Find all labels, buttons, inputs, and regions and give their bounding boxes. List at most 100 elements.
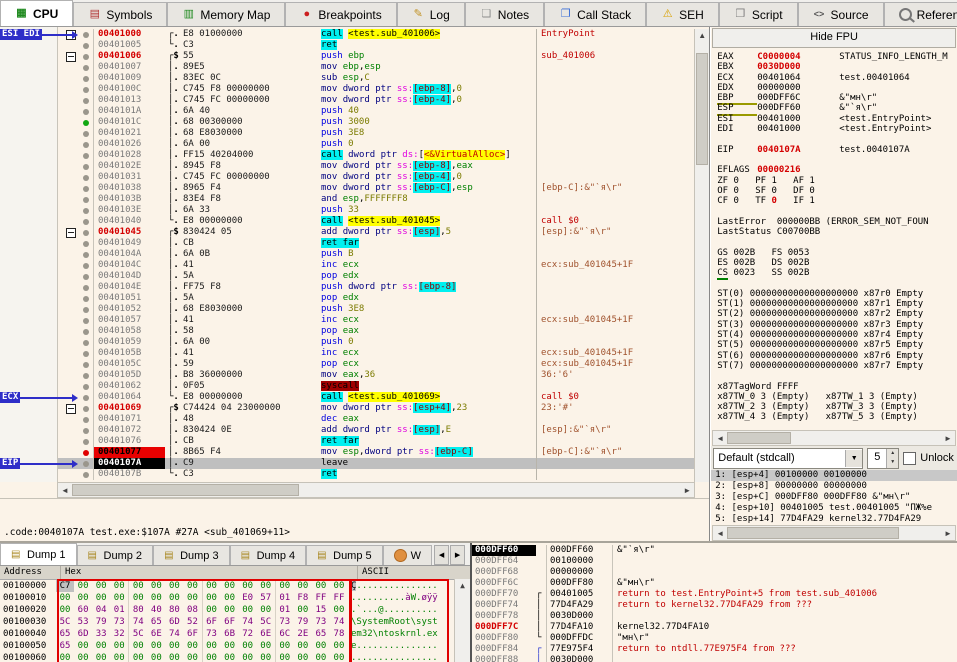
breakpoint-dot-icon[interactable] [83,164,89,170]
breakpoint-dot-icon[interactable] [83,362,89,368]
arguments-hscroll-thumb[interactable] [727,527,899,539]
breakpoint-gutter[interactable] [79,436,93,447]
stack-row[interactable]: 000DFF84┌77E975F4return to ntdll.77E975F… [472,644,957,655]
hex-byte[interactable]: 00 [110,652,128,662]
hex-byte[interactable]: 5C [257,616,275,628]
scroll-left-icon[interactable]: ◄ [713,434,727,443]
fold-cell[interactable] [57,227,79,238]
breakpoint-gutter[interactable] [79,73,93,84]
hex-byte[interactable]: 74 [239,616,257,628]
hex-byte[interactable]: 01 [275,592,294,604]
hex-byte[interactable]: 00 [221,592,239,604]
breakpoint-gutter[interactable] [79,381,93,392]
hex-byte[interactable]: 5C [128,628,147,640]
hex-byte[interactable]: F8 [294,592,312,604]
breakpoint-dot-icon[interactable] [83,274,89,280]
stack-row[interactable]: 000DFF60 000DFF60&"`я\r" [472,545,957,556]
dump-row[interactable]: 001000305C53797374656D526F6F745C73797374… [0,616,470,628]
disasm-row[interactable]: 00401000┌.E8 01000000call <test.sub_4010… [0,29,709,40]
argument-row[interactable]: 4: [esp+10] 00401005 test.00401005 "ПЖ%е [711,503,957,514]
breakpoint-gutter[interactable] [79,238,93,249]
breakpoint-gutter[interactable] [79,304,93,315]
scroll-right-icon[interactable]: ► [941,529,955,538]
hex-byte[interactable]: 00 [56,652,74,662]
hex-byte[interactable]: 00 [110,580,128,592]
hex-byte[interactable]: 00 [56,592,74,604]
hex-byte[interactable]: 33 [92,628,110,640]
breakpoint-dot-icon[interactable] [83,197,89,203]
hex-byte[interactable]: 00 [312,580,330,592]
dump-tab-1[interactable]: ▤Dump 1 [0,543,77,565]
hex-byte[interactable]: 00 [275,652,294,662]
disasm-row[interactable]: 00401057│.41inc ecxecx:sub_401045+1F [0,315,709,326]
breakpoint-dot-icon[interactable] [83,417,89,423]
breakpoint-gutter[interactable] [79,403,93,414]
hex-byte[interactable]: 00 [312,652,330,662]
fold-cell[interactable] [57,51,79,62]
dump-row[interactable]: 0010002000600401804080080000000001001500… [0,604,470,616]
hex-byte[interactable]: 00 [202,652,221,662]
hex-byte[interactable]: 80 [165,604,183,616]
breakpoint-gutter[interactable] [79,172,93,183]
hex-byte[interactable]: 00 [202,604,221,616]
disasm-row[interactable]: 0040105D│.B8 36000000mov eax,3636:'6' [0,370,709,381]
argument-row[interactable]: 3: [esp+C] 000DFF80 000DFF80 &"мн\r" [711,492,957,503]
disasm-row[interactable]: 00401026│.6A 00push 0 [0,139,709,150]
hex-byte[interactable]: 00 [330,652,348,662]
hex-byte[interactable]: 52 [183,616,201,628]
hex-byte[interactable]: 00 [128,652,147,662]
hex-byte[interactable]: 00 [165,592,183,604]
hex-byte[interactable]: 00 [165,652,183,662]
stack-row[interactable]: 000DFF7C│77D4FA10kernel32.77D4FA10 [472,622,957,633]
hex-byte[interactable]: 00 [92,592,110,604]
arguments-hscrollbar[interactable]: ◄ ► [712,525,956,541]
breakpoint-gutter[interactable] [79,62,93,73]
hex-byte[interactable]: 00 [294,580,312,592]
watch-tab[interactable]: W [383,545,432,565]
hex-byte[interactable]: 6D [74,628,92,640]
dump-row[interactable]: 00100040656D33325C6E746F736B726E6C2E6578… [0,628,470,640]
hex-byte[interactable]: 15 [312,604,330,616]
hex-byte[interactable]: 2E [294,628,312,640]
fold-cell[interactable] [57,403,79,414]
dump-tab-2[interactable]: ▤Dump 2 [77,545,154,565]
hex-byte[interactable]: 00 [202,640,221,652]
disasm-row[interactable]: 00401009│.83EC 0Csub esp,C [0,73,709,84]
hex-byte[interactable]: 00 [147,580,165,592]
hex-byte[interactable]: 00 [128,640,147,652]
hide-fpu-button[interactable]: Hide FPU [712,28,956,48]
hex-byte[interactable]: 6F [202,616,221,628]
breakpoint-gutter[interactable] [79,359,93,370]
breakpoint-dot-icon[interactable] [83,230,89,236]
breakpoint-gutter[interactable] [79,249,93,260]
disasm-hscrollbar[interactable]: ◄ ► [57,482,695,498]
hex-byte[interactable]: 74 [165,628,183,640]
hex-byte[interactable]: 00 [275,580,294,592]
hex-byte[interactable]: 65 [147,616,165,628]
hex-byte[interactable]: 00 [202,580,221,592]
breakpoint-gutter[interactable] [79,315,93,326]
disasm-row[interactable]: 00401069┌$C74424 04 23000000mov dword pt… [0,403,709,414]
scroll-left-icon[interactable]: ◄ [58,486,72,495]
breakpoint-gutter[interactable] [79,40,93,51]
hex-byte[interactable]: 6E [257,628,275,640]
disasm-row[interactable]: 0040102E│.8945 F8mov dword ptr ss:[ebp-8… [0,161,709,172]
argument-row[interactable]: 5: [esp+14] 77D4FA29 kernel32.77D4FA29 [711,514,957,525]
tab-seh[interactable]: ⚠SEH [646,2,719,26]
hex-byte[interactable]: 60 [74,604,92,616]
hex-byte[interactable]: 00 [239,580,257,592]
hex-byte[interactable]: 00 [147,640,165,652]
hex-byte[interactable]: 00 [165,580,183,592]
hex-byte[interactable]: 01 [275,604,294,616]
disassembly-table[interactable]: ▲ 00401000┌.E8 01000000call <test.sub_40… [0,27,709,482]
hex-byte[interactable]: 00 [147,592,165,604]
disasm-row[interactable]: 00401007│.89E5mov ebp,esp [0,62,709,73]
breakpoint-dot-icon[interactable] [83,43,89,49]
breakpoint-gutter[interactable] [79,414,93,425]
stack-panel[interactable]: 000DFF60 000DFF60&"`я\r"000DFF64 0010000… [472,543,957,662]
breakpoint-gutter[interactable] [79,161,93,172]
hex-byte[interactable]: 00 [294,640,312,652]
disasm-row[interactable]: 0040104C│.41inc ecxecx:sub_401045+1F [0,260,709,271]
hex-byte[interactable]: 00 [330,604,348,616]
breakpoint-dot-icon[interactable] [83,351,89,357]
